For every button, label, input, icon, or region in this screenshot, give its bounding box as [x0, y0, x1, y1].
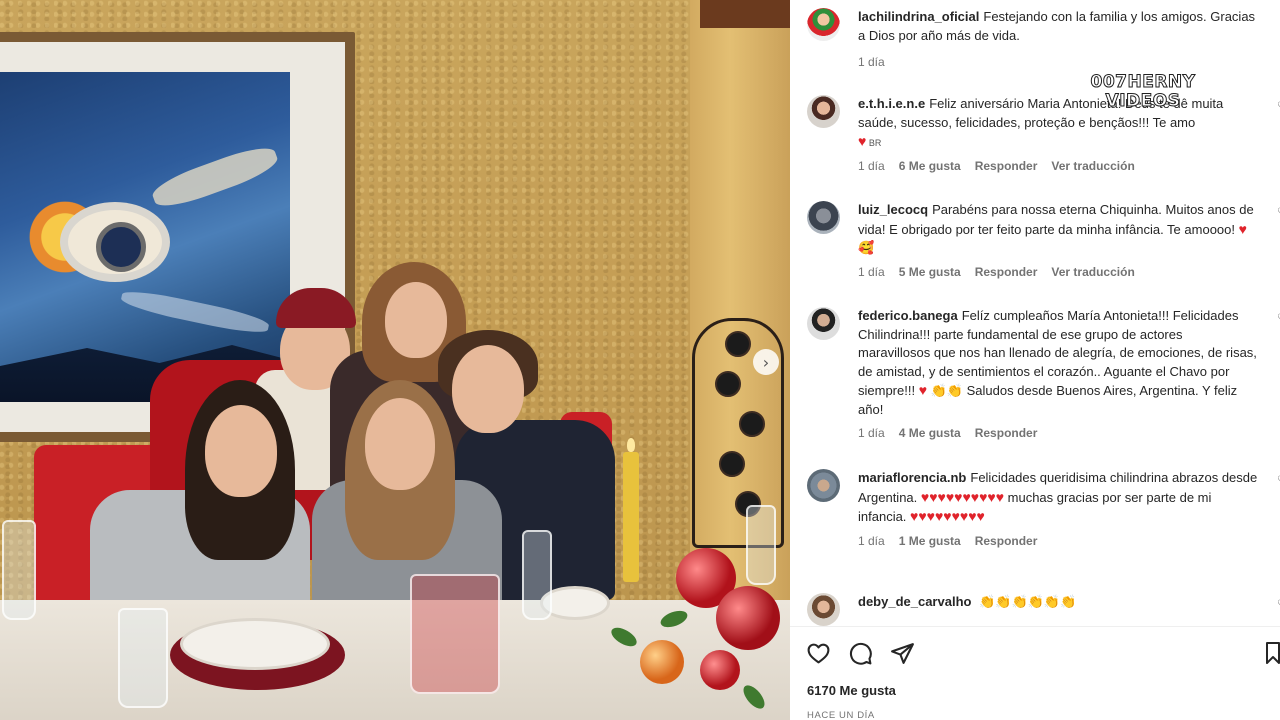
username[interactable]: luiz_lecocq [858, 202, 928, 217]
clap-emoji: 👏 [1060, 594, 1077, 609]
bookmark-icon[interactable] [1266, 640, 1280, 666]
username[interactable]: lachilindrina_oficial [858, 9, 979, 24]
reply-button[interactable]: Responder [975, 532, 1038, 551]
username[interactable]: mariaflorencia.nb [858, 470, 966, 485]
ornament [716, 586, 780, 650]
heart-emoji: ♥ [987, 488, 996, 505]
username[interactable]: deby_de_carvalho [858, 594, 971, 609]
post-timestamp[interactable]: HACE UN DÍA [807, 710, 875, 720]
actions-divider [790, 626, 1280, 627]
smile-hearts-emoji: 🥰 [858, 240, 875, 255]
wine-glass [746, 505, 776, 585]
painting-stroke [148, 140, 282, 214]
reply-button[interactable]: Responder [975, 157, 1038, 176]
avatar[interactable] [807, 469, 840, 502]
heart-emoji: ♥ [962, 488, 971, 505]
heart-outline-icon[interactable] [806, 641, 831, 666]
next-photo-button[interactable]: › [753, 349, 779, 375]
painting-art [0, 72, 290, 402]
wine-bottle [715, 371, 741, 397]
heart-emoji: ♥ [945, 488, 955, 505]
comment-likes[interactable]: 6 Me gusta [899, 157, 961, 176]
avatar[interactable] [807, 201, 840, 234]
heart-emoji: ♥ [943, 508, 952, 524]
username[interactable]: e.t.h.i.e.n.e [858, 96, 925, 111]
clap-emoji: 👏 [1011, 594, 1028, 609]
heart-emoji: ♥ [918, 382, 928, 398]
heart-emoji: ♥ [976, 508, 985, 524]
fruit [700, 650, 740, 690]
comment-time[interactable]: 1 día [858, 424, 885, 443]
comment-text-continued: Saludos desde Buenos Aires, Argentina. Y… [858, 383, 1238, 417]
heart-emoji: ♥ [951, 508, 960, 524]
clap-emoji: 👏 [995, 594, 1012, 609]
heart-emoji: ♥ [968, 508, 977, 524]
heart-emoji: ♥ [920, 488, 930, 505]
wine-glass [522, 530, 552, 620]
heart-emoji: ♥ [995, 488, 1005, 505]
comment-time[interactable]: 1 día [858, 157, 885, 176]
heart-emoji: ♥ [970, 488, 980, 505]
heart-emoji: ♥ [937, 488, 946, 505]
avatar[interactable] [807, 95, 840, 128]
watermark-line-1: 007HERNY [1090, 72, 1196, 92]
comment-likes[interactable]: 4 Me gusta [899, 424, 961, 443]
yellow-candle [623, 438, 639, 582]
heart-emoji: ♥ [918, 508, 927, 524]
painting-stroke [119, 286, 271, 338]
comment-icon[interactable] [848, 641, 873, 666]
wine-bottle [739, 411, 765, 437]
clap-emoji: 👏 [946, 383, 964, 398]
post-actions [806, 640, 915, 666]
painting-eye [60, 202, 170, 282]
chevron-right-icon: › [762, 352, 770, 372]
water-glass [118, 608, 168, 708]
heart-emoji: ♥ [926, 508, 935, 524]
avatar[interactable] [807, 593, 840, 626]
comment-time[interactable]: 1 día [858, 532, 885, 551]
watermark-line-2: VIDEOS [1105, 91, 1181, 111]
post-photo[interactable]: › [0, 0, 790, 720]
heart-emoji: ♥ [929, 488, 938, 505]
share-paper-plane-icon[interactable] [890, 641, 915, 666]
comment-time[interactable]: 1 día [858, 263, 885, 282]
avatar[interactable] [807, 8, 840, 41]
ceiling-beam [700, 0, 790, 28]
channel-watermark: 007HERNY VIDEOS [1076, 72, 1210, 111]
fruit [640, 640, 684, 684]
translate-button[interactable]: Ver traducción [1051, 263, 1134, 282]
clap-emoji: 👏 [930, 383, 947, 398]
reply-button[interactable]: Responder [975, 263, 1038, 282]
comment-time[interactable]: 1 día [858, 53, 885, 72]
post-likes-count[interactable]: 6170 Me gusta [807, 683, 896, 698]
reply-button[interactable]: Responder [975, 424, 1038, 443]
wine-bottle [725, 331, 751, 357]
wine-bottle [719, 451, 745, 477]
pitcher [410, 574, 500, 694]
clap-emoji: 👏 [1027, 594, 1044, 609]
heart-emoji: ♥ [858, 133, 867, 149]
clap-emoji: 👏 [1043, 594, 1061, 609]
comment-likes[interactable]: 5 Me gusta [899, 263, 961, 282]
username[interactable]: federico.banega [858, 308, 958, 323]
comment-likes[interactable]: 1 Me gusta [899, 532, 961, 551]
wine-glass [2, 520, 36, 620]
dinner-plate [180, 618, 330, 670]
avatar[interactable] [807, 307, 840, 340]
flag-text: BR [868, 138, 882, 148]
heart-emoji: ♥ [959, 508, 969, 524]
heart-emoji: ♥ [1238, 220, 1247, 237]
clap-emoji: 👏 [979, 594, 996, 609]
translate-button[interactable]: Ver traducción [1051, 157, 1134, 176]
